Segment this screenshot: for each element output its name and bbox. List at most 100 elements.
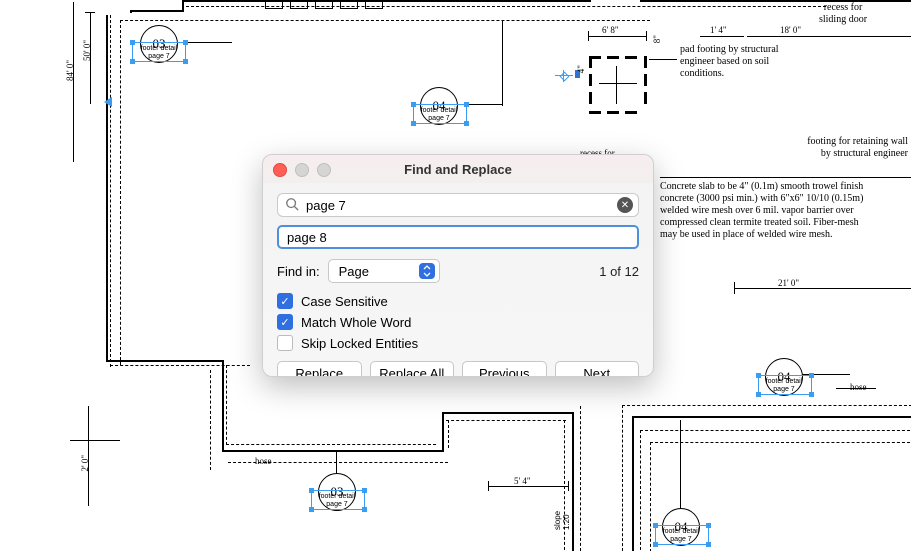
replace-input[interactable]: [277, 225, 639, 249]
case-sensitive-checkbox[interactable]: ✓ Case Sensitive: [277, 293, 639, 309]
leader-line: [680, 420, 681, 510]
dim-tick: [85, 12, 95, 13]
wall-seg: [381, 0, 591, 2]
wall-seg: [106, 360, 222, 362]
wall-seg: [106, 15, 108, 361]
dash-line: [226, 444, 436, 445]
note-hose: hose: [255, 455, 272, 467]
dash-line: [120, 20, 650, 21]
whole-word-checkbox[interactable]: ✓ Match Whole Word: [277, 314, 639, 330]
insertion-marker-icon: [104, 97, 112, 107]
wall-seg: [442, 412, 444, 452]
dialog-titlebar[interactable]: Find and Replace: [263, 155, 653, 183]
dash-line: [110, 365, 250, 366]
checkbox-group: ✓ Case Sensitive ✓ Match Whole Word Skip…: [277, 293, 639, 351]
dash-line: [446, 420, 566, 421]
dash-line: [580, 406, 581, 551]
checkbox-label: Match Whole Word: [301, 315, 411, 330]
dim-tick: [646, 31, 647, 41]
wall-seg: [442, 412, 572, 414]
wall-seg: [222, 360, 224, 450]
replace-button[interactable]: Replace: [277, 361, 362, 377]
dim-line: [700, 36, 744, 37]
find-in-row: Find in: Page 1 of 12: [277, 259, 639, 283]
note-retaining: footing for retaining wallby structural …: [748, 136, 908, 160]
dim-text: 5' 4": [514, 476, 531, 486]
find-input[interactable]: [277, 193, 639, 217]
previous-button[interactable]: Previous: [462, 361, 547, 377]
selection-box: [758, 375, 812, 395]
skip-locked-checkbox[interactable]: Skip Locked Entities: [277, 335, 639, 351]
checkbox-label: Skip Locked Entities: [301, 336, 418, 351]
wall-seg: [222, 450, 442, 452]
dash-line: [622, 405, 911, 406]
drawing-canvas[interactable]: recess forsliding door pad footing by st…: [0, 0, 911, 551]
dim-text: 2' 0": [80, 455, 90, 472]
dim-text: 18' 0": [780, 25, 801, 35]
dim-text: 50' 0": [82, 40, 92, 61]
dash-line: [622, 405, 623, 551]
dash-line: [120, 20, 121, 365]
dim-text: 6' 8": [602, 25, 619, 35]
find-in-label: Find in:: [277, 264, 320, 279]
dim-tick: [70, 440, 120, 441]
dash-line: [650, 442, 651, 551]
search-icon: [285, 197, 299, 214]
replace-all-button[interactable]: Replace All: [370, 361, 455, 377]
dash-line: [650, 442, 910, 443]
replace-field-wrap: [277, 225, 639, 249]
checkbox-icon: ✓: [277, 293, 293, 309]
find-field-wrap: ✕: [277, 193, 639, 217]
selection-box: [655, 525, 709, 545]
selection-box: [311, 490, 365, 510]
wall-seg: [572, 412, 574, 551]
dim-line: [488, 486, 568, 487]
window-mark: [265, 0, 283, 9]
dim-tick: [588, 31, 589, 41]
dim-tick: [488, 481, 489, 491]
window-mark: [365, 0, 383, 9]
dash-line: [564, 420, 565, 550]
minimize-window-button[interactable]: [295, 163, 309, 177]
selection-target-marker: [555, 70, 573, 82]
result-count: 1 of 12: [599, 264, 639, 279]
window-mark: [315, 0, 333, 9]
wall-seg: [130, 10, 184, 12]
next-button[interactable]: Next: [555, 361, 640, 377]
dim-text: 1' 4": [710, 25, 727, 35]
leader-line: [649, 59, 677, 60]
dim-tick: [734, 282, 735, 294]
dash-line: [226, 365, 227, 445]
pad-footing: [589, 56, 647, 114]
wall-seg: [130, 10, 132, 13]
window-mark: [290, 0, 308, 9]
window-mark: [340, 0, 358, 9]
leader-line: [660, 177, 911, 178]
find-in-popup[interactable]: Page: [328, 259, 440, 283]
checkbox-label: Case Sensitive: [301, 294, 388, 309]
wall-seg: [632, 416, 634, 551]
clear-search-button[interactable]: ✕: [617, 197, 633, 213]
selection-box: [413, 104, 467, 124]
dim-line: [588, 36, 646, 37]
checkbox-icon: [277, 335, 293, 351]
dash-line: [640, 430, 641, 550]
dim-line: [747, 36, 911, 37]
dash-line: [448, 420, 449, 448]
find-replace-dialog: Find and Replace ✕ Find in: Page: [262, 154, 654, 377]
button-row: Replace Replace All Previous Next: [277, 361, 639, 377]
wall-seg: [632, 416, 911, 418]
leader-line: [502, 20, 503, 106]
chevron-updown-icon: [419, 263, 435, 279]
note-hose: hose: [850, 381, 867, 393]
zoom-window-button[interactable]: [317, 163, 331, 177]
leader-line: [336, 452, 337, 474]
dim-text: 84' 0": [65, 60, 75, 81]
note-slope: slope1:20: [553, 490, 571, 530]
selection-box: [132, 42, 186, 62]
close-window-button[interactable]: [273, 163, 287, 177]
note-pad-footing: pad footing by structuralengineer based …: [680, 44, 835, 80]
dim-line: [734, 288, 911, 289]
wall-seg: [182, 0, 184, 10]
dim-line: [73, 2, 74, 162]
